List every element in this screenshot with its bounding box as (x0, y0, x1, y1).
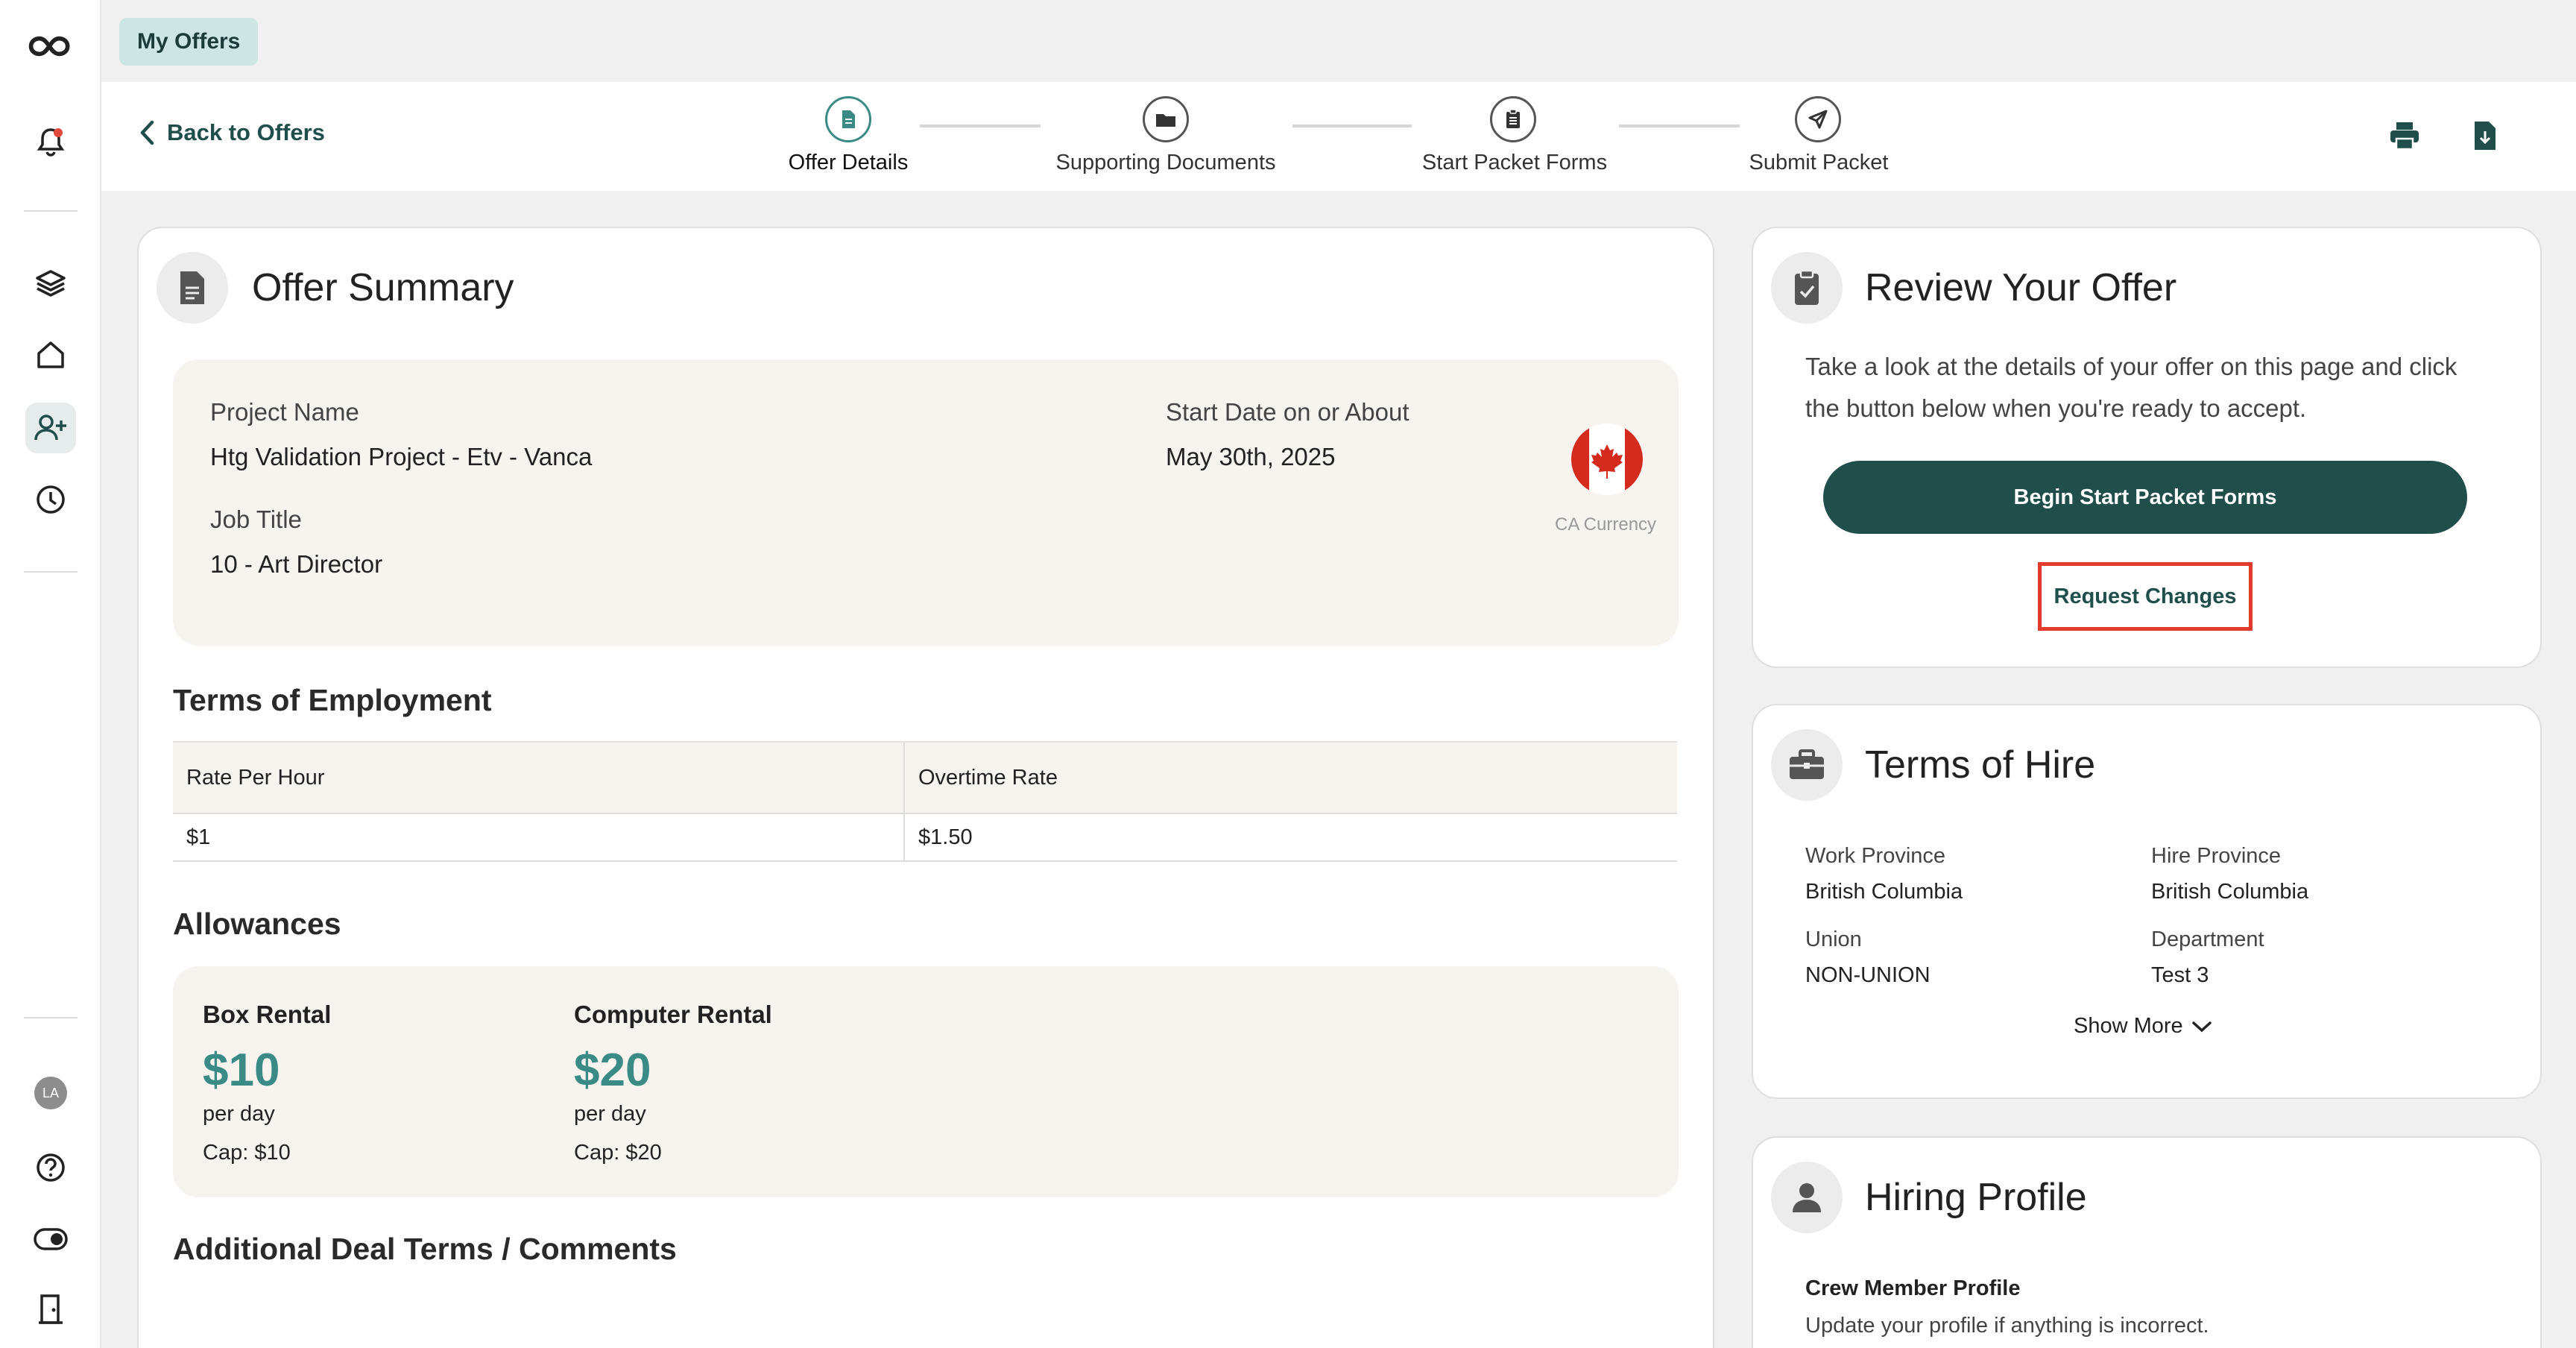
step-supporting-documents-icon[interactable] (1143, 96, 1189, 142)
rate-per-hour-value: $1 (186, 825, 211, 849)
sidebar-divider (24, 1017, 78, 1018)
chevron-down-icon (2191, 1021, 2212, 1032)
terms-table: Rate Per Hour Overtime Rate $1 $1.50 (173, 741, 1677, 862)
terms-of-hire-title: Terms of Hire (1865, 743, 2096, 787)
step-connector (1619, 125, 1740, 127)
back-label: Back to Offers (167, 119, 325, 145)
step-submit-packet-icon[interactable] (1795, 96, 1841, 142)
left-sidebar: LA (0, 0, 101, 1348)
sidebar-divider (24, 571, 78, 573)
crew-member-profile-label: Crew Member Profile (1805, 1276, 2021, 1300)
sidebar-divider (24, 210, 78, 212)
step-connector (1292, 125, 1412, 127)
step-label[interactable]: Offer Details (789, 151, 909, 175)
toggle-icon[interactable] (25, 1214, 76, 1264)
department-value: Test 3 (2151, 963, 2209, 987)
hire-province-label: Hire Province (2151, 844, 2282, 868)
layers-icon[interactable] (25, 258, 76, 309)
help-icon[interactable] (25, 1142, 76, 1193)
back-to-offers-link[interactable]: Back to Offers (139, 119, 325, 146)
allowance-name: Computer Rental (574, 1001, 772, 1028)
clock-icon[interactable] (25, 474, 76, 525)
project-info-panel (173, 359, 1679, 646)
person-icon (1771, 1162, 1843, 1233)
union-value: NON-UNION (1805, 963, 1931, 987)
chevron-left-icon (140, 120, 154, 145)
add-user-icon[interactable] (25, 403, 76, 453)
document-icon (157, 252, 228, 324)
print-button[interactable] (2385, 116, 2424, 155)
overtime-rate-value: $1.50 (903, 814, 1634, 860)
download-button[interactable] (2466, 116, 2504, 155)
allowance-period: per day (574, 1102, 646, 1126)
app-logo-icon[interactable] (25, 21, 76, 72)
step-connector (920, 125, 1041, 127)
step-start-packet-icon[interactable] (1490, 96, 1536, 142)
work-province-label: Work Province (1805, 844, 1946, 868)
canada-flag-icon (1571, 423, 1643, 495)
avatar[interactable]: LA (34, 1077, 67, 1109)
job-title-value: 10 - Art Director (210, 550, 383, 578)
step-label[interactable]: Submit Packet (1749, 151, 1889, 175)
allowance-name: Box Rental (203, 1001, 332, 1028)
begin-start-packet-forms-button[interactable]: Begin Start Packet Forms (1823, 461, 2467, 534)
offer-summary-title: Offer Summary (252, 266, 514, 309)
header-bar (101, 82, 2576, 191)
currency-label: CA Currency (1555, 514, 1657, 535)
terms-of-employment-title: Terms of Employment (173, 683, 492, 717)
allowance-amount: $10 (203, 1045, 280, 1096)
allowances-title: Allowances (173, 907, 341, 941)
clipboard-check-icon (1771, 252, 1843, 324)
review-instructions: Take a look at the details of your offer… (1805, 353, 2457, 422)
step-offer-details-icon[interactable] (825, 96, 871, 142)
start-date-label: Start Date on or About (1166, 398, 1409, 426)
additional-deal-terms-title: Additional Deal Terms / Comments (173, 1232, 677, 1266)
allowance-amount: $20 (574, 1045, 651, 1096)
hire-province-value: British Columbia (2151, 880, 2309, 904)
step-label[interactable]: Supporting Documents (1056, 151, 1276, 175)
job-title-label: Job Title (210, 506, 302, 533)
top-strip (101, 0, 2576, 82)
work-province-value: British Columbia (1805, 880, 1963, 904)
hiring-profile-text: Update your profile if anything is incor… (1805, 1314, 2209, 1338)
department-label: Department (2151, 927, 2264, 951)
column-header: Rate Per Hour (186, 765, 325, 790)
logout-door-icon[interactable] (25, 1284, 76, 1335)
download-file-icon (2475, 122, 2496, 150)
hiring-profile-title: Hiring Profile (1865, 1176, 2087, 1219)
step-label[interactable]: Start Packet Forms (1422, 151, 1607, 175)
allowance-cap: Cap: $20 (574, 1141, 662, 1165)
union-label: Union (1805, 927, 1862, 951)
show-more-button[interactable]: Show More (2074, 1014, 2213, 1039)
allowance-period: per day (203, 1102, 275, 1126)
allowances-panel (173, 966, 1679, 1197)
briefcase-icon (1771, 729, 1843, 801)
table-row: $1 $1.50 (173, 814, 1677, 862)
column-header: Overtime Rate (903, 743, 1634, 813)
project-name-value: Htg Validation Project - Etv - Vanca (210, 443, 593, 470)
request-changes-button[interactable]: Request Changes (2038, 562, 2253, 631)
home-icon[interactable] (25, 330, 76, 380)
start-date-value: May 30th, 2025 (1166, 443, 1336, 470)
project-name-label: Project Name (210, 398, 359, 426)
table-header-row: Rate Per Hour Overtime Rate (173, 741, 1677, 814)
show-more-label: Show More (2074, 1014, 2183, 1038)
notifications-bell-icon[interactable] (25, 116, 76, 167)
tab-my-offers[interactable]: My Offers (119, 18, 259, 66)
review-offer-title: Review Your Offer (1865, 266, 2177, 309)
allowance-cap: Cap: $10 (203, 1141, 291, 1165)
printer-icon (2390, 122, 2419, 151)
